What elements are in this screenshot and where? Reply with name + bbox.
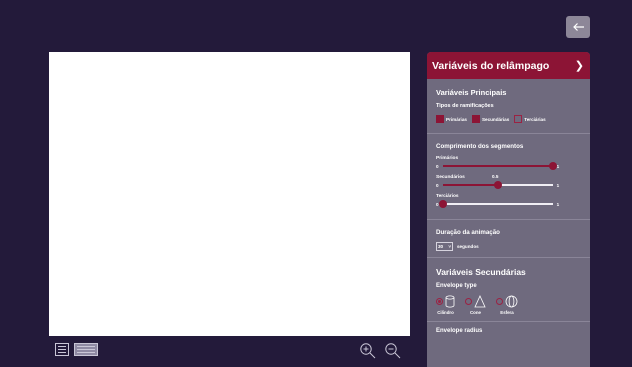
slider-value: 0.5 xyxy=(492,174,499,179)
slider-label: Primários xyxy=(436,156,459,161)
checkbox-box[interactable] xyxy=(436,115,444,123)
slider-max: 1 xyxy=(556,201,560,207)
radio-button[interactable] xyxy=(436,298,443,305)
cylinder-icon xyxy=(445,295,455,308)
slider-track[interactable] xyxy=(438,200,553,208)
slider-fill xyxy=(442,184,498,186)
lightning-variables-panel: Variáveis do relâmpago ❯ Variáveis Princ… xyxy=(427,52,590,367)
radio-button[interactable] xyxy=(465,298,472,305)
checkbox-terciarias[interactable]: Terciárias xyxy=(514,115,546,123)
duration-title: Duração da animação xyxy=(436,229,500,236)
envelope-label: Cilindro xyxy=(437,310,454,315)
back-button[interactable] xyxy=(566,16,590,38)
wide-view-icon[interactable] xyxy=(74,343,98,356)
slider-max: 1 xyxy=(556,163,560,169)
slider-min: 0 xyxy=(436,182,439,188)
envelope-type-label: Envelope type xyxy=(436,283,477,289)
lightning-canvas[interactable] xyxy=(49,52,410,336)
checkbox-label: Primárias xyxy=(446,116,467,122)
view-toggle xyxy=(55,343,98,356)
envelope-radius-label: Envelope radius xyxy=(427,321,590,340)
branch-types: Primárias Secundárias Terciárias xyxy=(436,115,581,123)
slider-label: Secundários xyxy=(436,175,465,180)
checkbox-box[interactable] xyxy=(514,115,523,123)
checkbox-primarias[interactable]: Primárias xyxy=(436,115,467,123)
zoom-in-icon[interactable] xyxy=(359,342,377,360)
panel-header[interactable]: Variáveis do relâmpago ❯ xyxy=(427,52,590,79)
sphere-icon xyxy=(505,295,518,308)
segments-title: Comprimento dos segmentos xyxy=(436,143,524,150)
slider-secundarios: Secundários 0.5 0 1 xyxy=(436,174,581,189)
slider-primarios: Primários 0 1 xyxy=(436,156,581,170)
animation-duration-section: Duração da animação 30 ˅ segundos xyxy=(427,220,590,258)
checkbox-label: Terciárias xyxy=(524,116,546,122)
secondary-section-title: Variáveis Secundárias xyxy=(436,267,526,277)
checkbox-label: Secundárias xyxy=(481,116,510,122)
segment-length-section: Comprimento dos segmentos Primários 0 1 … xyxy=(427,134,590,220)
main-variables-section: Variáveis Principais Tipos de ramificaçõ… xyxy=(427,79,590,134)
radio-button[interactable] xyxy=(496,298,503,305)
branch-types-label: Tipos de ramificações xyxy=(436,103,494,109)
chevron-down-icon: ˅ xyxy=(448,244,451,249)
list-view-icon[interactable] xyxy=(55,343,69,356)
envelope-options: Cilindro Cone Esfera xyxy=(436,295,581,315)
duration-unit: segundos xyxy=(457,244,479,249)
slider-thumb[interactable] xyxy=(438,200,447,208)
slider-max: 1 xyxy=(556,182,560,188)
slider-fill xyxy=(442,165,553,167)
arrow-left-icon xyxy=(572,23,584,31)
slider-track[interactable] xyxy=(442,162,557,170)
chevron-right-icon[interactable]: ❯ xyxy=(575,59,584,72)
duration-select[interactable]: 30 ˅ xyxy=(436,242,453,251)
zoom-out-icon[interactable] xyxy=(384,342,402,360)
slider-label: Terciários xyxy=(436,194,459,199)
envelope-label: Cone xyxy=(470,310,481,315)
checkbox-secundarias[interactable]: Secundárias xyxy=(471,115,510,123)
slider-thumb[interactable] xyxy=(548,162,557,170)
slider-track[interactable] xyxy=(442,181,553,189)
slider-min: 0 xyxy=(436,163,439,169)
slider-thumb[interactable] xyxy=(493,181,502,189)
duration-value: 30 xyxy=(438,244,444,249)
slider-terciarios: Terciários 0 1 xyxy=(436,194,581,208)
secondary-variables-section: Variáveis Secundárias Envelope type Cili… xyxy=(427,258,590,321)
main-section-title: Variáveis Principais xyxy=(436,88,507,97)
envelope-label: Esfera xyxy=(500,310,514,315)
envelope-cone[interactable]: Cone xyxy=(465,295,486,315)
checkbox-box[interactable] xyxy=(471,115,480,123)
panel-title: Variáveis do relâmpago xyxy=(432,59,550,72)
envelope-cilindro[interactable]: Cilindro xyxy=(436,295,455,315)
envelope-esfera[interactable]: Esfera xyxy=(496,295,518,315)
cone-icon xyxy=(474,295,486,308)
